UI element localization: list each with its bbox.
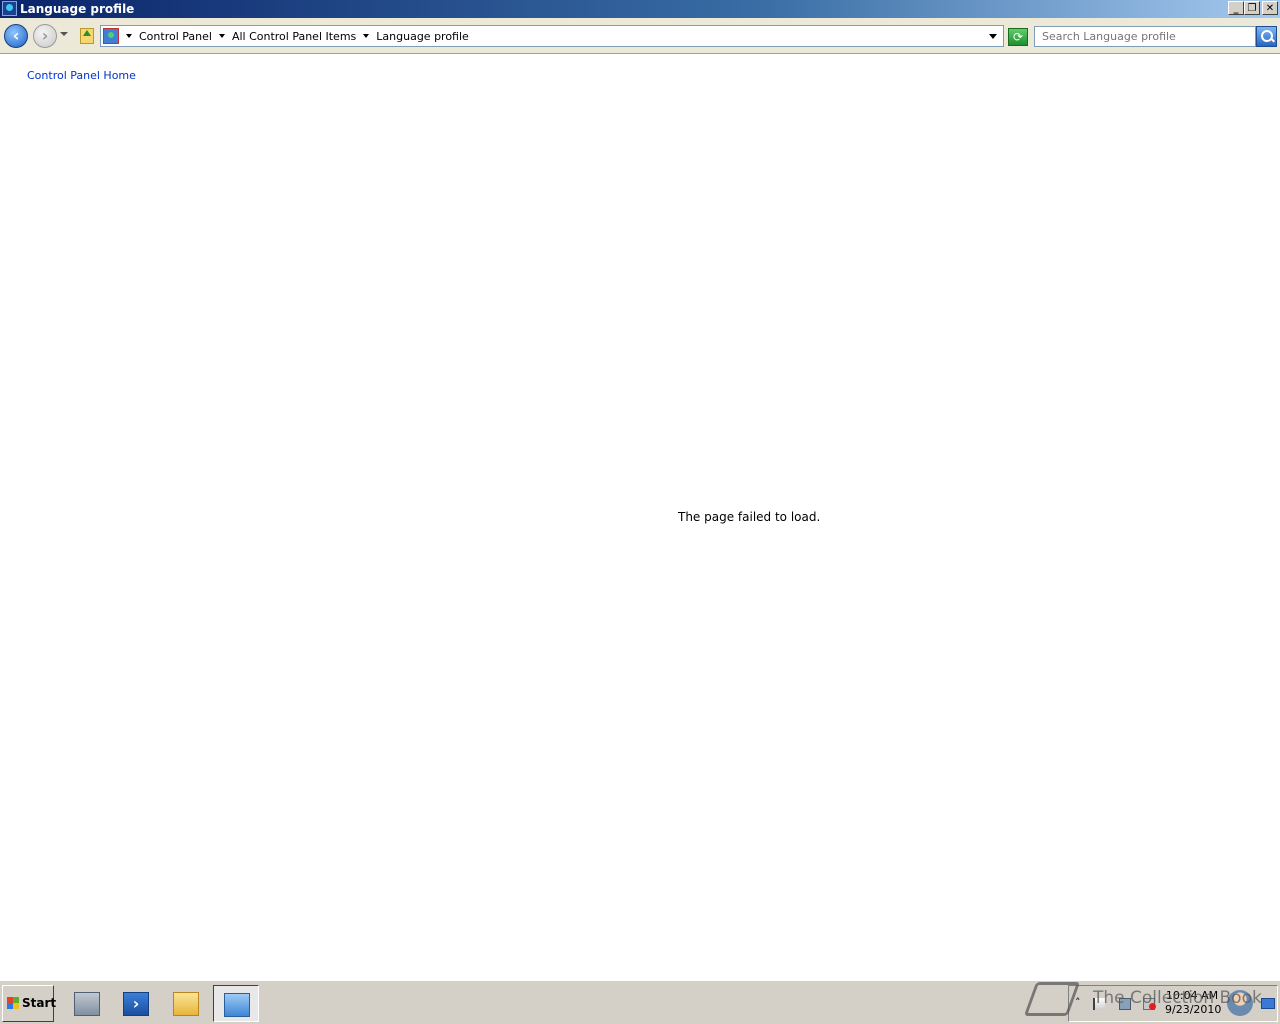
user-avatar-icon[interactable] (1227, 990, 1253, 1016)
breadcrumb-arrow-icon[interactable] (126, 34, 132, 38)
start-button[interactable]: Start (2, 985, 57, 1022)
forward-button[interactable]: › (33, 24, 57, 48)
control-panel-icon (224, 993, 250, 1017)
address-dropdown-chevron-down-icon[interactable] (989, 34, 997, 39)
search-icon[interactable] (1256, 26, 1277, 47)
show-hidden-icons-icon[interactable]: ˄ (1075, 996, 1081, 1009)
breadcrumb-arrow-icon[interactable] (363, 34, 370, 38)
title-bar: Language profile _ ❐ ✕ (0, 0, 1280, 18)
control-panel-icon (103, 28, 119, 44)
close-button[interactable]: ✕ (1262, 1, 1278, 15)
taskbar-item-explorer[interactable] (163, 985, 209, 1022)
system-tray: ˄ 10:04 AM 9/23/2010 (1068, 985, 1278, 1022)
taskbar-item-server-manager[interactable] (64, 985, 110, 1022)
taskbar-item-control-panel[interactable] (213, 985, 259, 1022)
minimize-button[interactable]: _ (1228, 1, 1244, 15)
clock-date: 9/23/2010 (1165, 1003, 1222, 1016)
search-input[interactable] (1034, 26, 1256, 47)
refresh-button[interactable]: ⟳ (1008, 28, 1028, 46)
start-label: Start (22, 996, 57, 1010)
control-panel-icon (2, 1, 17, 16)
action-center-flag-icon[interactable] (1093, 998, 1105, 1010)
clock[interactable]: 10:04 AM 9/23/2010 (1165, 989, 1222, 1017)
up-level-icon[interactable] (80, 28, 94, 44)
show-desktop-icon[interactable] (1261, 998, 1275, 1009)
breadcrumb-arrow-icon[interactable] (218, 34, 225, 38)
restore-button[interactable]: ❐ (1244, 1, 1260, 15)
server-manager-icon (74, 992, 100, 1016)
control-panel-home-link[interactable]: Control Panel Home (27, 69, 136, 82)
breadcrumb-all-control-panel-items[interactable]: All Control Panel Items (232, 30, 356, 43)
taskbar-item-powershell[interactable]: › (113, 985, 159, 1022)
clock-time: 10:04 AM (1165, 989, 1219, 1002)
window-title: Language profile (20, 2, 135, 16)
breadcrumb-control-panel[interactable]: Control Panel (139, 30, 212, 43)
address-toolbar: ‹ › Control Panel All Control Panel Items… (0, 18, 1280, 54)
breadcrumb[interactable]: Control Panel All Control Panel Items Lang… (100, 25, 1004, 47)
breadcrumb-language-profile[interactable]: Language profile (376, 30, 469, 43)
recent-pages-chevron-down-icon[interactable] (60, 32, 68, 36)
error-message: The page failed to load. (678, 510, 821, 524)
network-icon[interactable] (1119, 998, 1131, 1010)
folder-icon (173, 992, 199, 1016)
powershell-icon: › (123, 992, 149, 1016)
taskbar: Start › ˄ 10:04 AM 9/23/2010 (0, 980, 1280, 1024)
windows-logo-icon (7, 997, 19, 1009)
volume-muted-icon[interactable] (1143, 998, 1156, 1010)
back-button[interactable]: ‹ (4, 24, 28, 48)
